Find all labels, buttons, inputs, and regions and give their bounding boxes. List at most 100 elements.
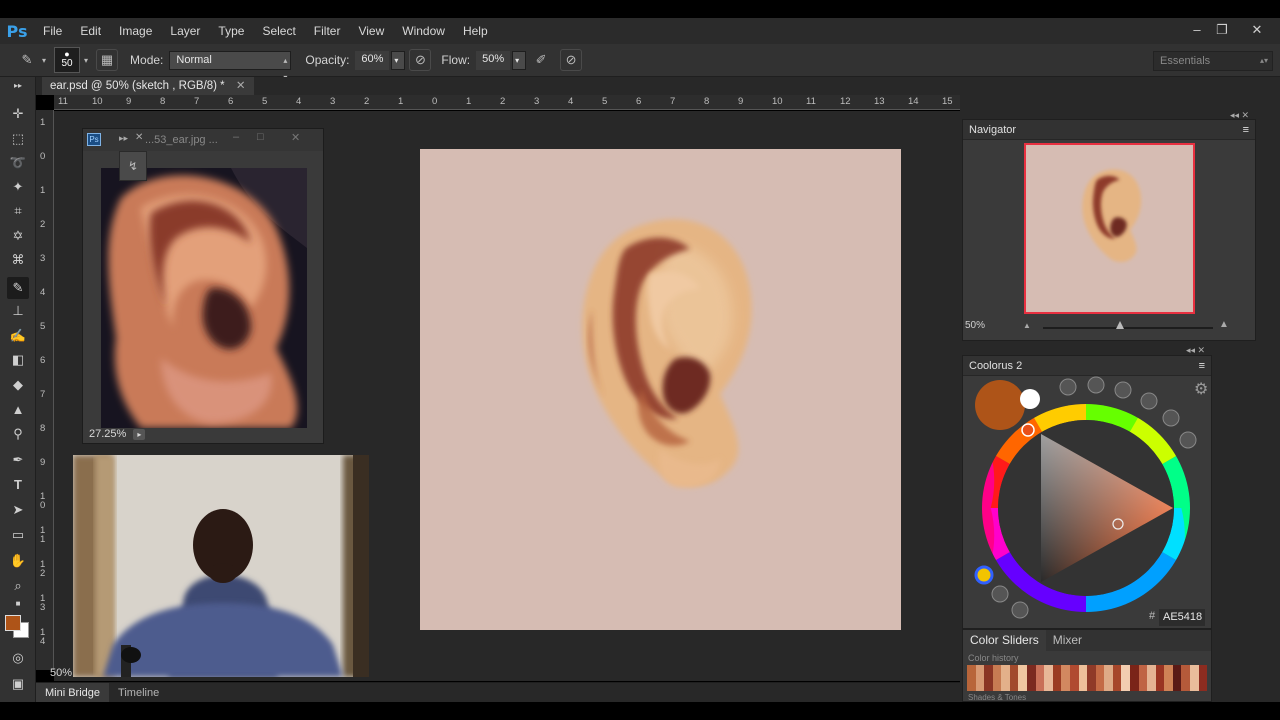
hex-color-input[interactable]: AE5418 bbox=[1159, 609, 1205, 626]
close-icon[interactable]: ✕ bbox=[1242, 18, 1272, 44]
history-swatch[interactable] bbox=[1172, 665, 1182, 691]
history-swatch[interactable] bbox=[1061, 665, 1070, 691]
blur-tool-icon[interactable]: ▲ bbox=[7, 399, 29, 421]
color-wheel[interactable]: ⚙ bbox=[963, 376, 1213, 630]
menu-edit[interactable]: Edit bbox=[71, 24, 110, 38]
history-swatch[interactable] bbox=[1027, 665, 1036, 691]
history-swatch[interactable] bbox=[1095, 665, 1105, 691]
color-history-strip[interactable] bbox=[967, 665, 1208, 691]
path-select-tool-icon[interactable]: ➤ bbox=[7, 499, 29, 521]
history-swatch[interactable] bbox=[1087, 665, 1096, 691]
toolbox-collapse-icon[interactable]: ▸▸ bbox=[7, 81, 29, 91]
preset-knob-icon[interactable] bbox=[1087, 376, 1105, 394]
tab-mini-bridge[interactable]: Mini Bridge bbox=[36, 682, 110, 703]
history-swatch[interactable] bbox=[1001, 665, 1010, 691]
opacity-slider-toggle[interactable]: ▾ bbox=[391, 50, 406, 70]
history-swatch[interactable] bbox=[1035, 665, 1045, 691]
navigator-thumbnail[interactable] bbox=[1024, 143, 1195, 314]
type-tool-icon[interactable]: T bbox=[7, 474, 29, 496]
preset-knob-icon[interactable] bbox=[1179, 431, 1197, 449]
mode-dropdown[interactable]: Normal ▴▾ bbox=[169, 50, 292, 82]
vertical-ruler[interactable]: 1 0 1 2 3 4 5 6 7 8 9 10 11 12 13 14 bbox=[36, 110, 54, 670]
brush-tool-icon[interactable]: ✎ bbox=[16, 49, 38, 71]
tab-mixer[interactable]: Mixer bbox=[1046, 630, 1089, 651]
history-panel-icon[interactable]: ↯ bbox=[119, 151, 147, 181]
eraser-tool-icon[interactable]: ◧ bbox=[7, 349, 29, 371]
zoom-tool-icon[interactable]: ⌕ bbox=[7, 575, 29, 597]
tool-preset-dropdown-icon[interactable]: ▾ bbox=[42, 56, 46, 65]
history-brush-tool-icon[interactable]: ✍ bbox=[7, 325, 29, 347]
quick-select-tool-icon[interactable]: ✦ bbox=[7, 176, 29, 198]
panel-menu-icon[interactable]: ≡ bbox=[1199, 356, 1205, 376]
zoom-slider-handle[interactable] bbox=[1116, 321, 1124, 329]
paint-bucket-tool-icon[interactable]: ◆ bbox=[7, 374, 29, 396]
history-swatch[interactable] bbox=[1147, 665, 1156, 691]
history-swatch[interactable] bbox=[1018, 665, 1028, 691]
menu-layer[interactable]: Layer bbox=[161, 24, 209, 38]
document-tab[interactable]: ear.psd @ 50% (sketch , RGB/8) * ✕ bbox=[42, 77, 254, 95]
brush-panel-icon[interactable]: ▦ bbox=[96, 49, 119, 71]
dodge-tool-icon[interactable]: ⚲ bbox=[7, 423, 29, 445]
history-swatch[interactable] bbox=[1129, 665, 1139, 691]
panel-menu-icon[interactable]: ≡ bbox=[1243, 120, 1249, 140]
hue-marker[interactable] bbox=[1021, 423, 1035, 437]
reset-icon[interactable] bbox=[991, 585, 1009, 603]
coolorus-header[interactable]: Coolorus 2 ≡ bbox=[963, 356, 1211, 376]
menu-type[interactable]: Type bbox=[209, 24, 253, 38]
brush-preset-picker[interactable]: ● 50 bbox=[54, 47, 81, 73]
history-swatch[interactable] bbox=[1164, 665, 1173, 691]
zoom-out-icon[interactable]: ▲ bbox=[1023, 321, 1031, 330]
history-swatch[interactable] bbox=[1181, 665, 1191, 691]
history-swatch[interactable] bbox=[984, 665, 993, 691]
preset-knob-icon[interactable] bbox=[1140, 392, 1158, 410]
previous-color-swatch[interactable] bbox=[1020, 389, 1040, 409]
navigator-zoom-slider[interactable] bbox=[1043, 327, 1213, 329]
healing-brush-tool-icon[interactable]: ⌘ bbox=[7, 249, 29, 271]
menu-file[interactable]: File bbox=[34, 24, 71, 38]
opacity-input[interactable]: 60% bbox=[355, 50, 390, 70]
reference-window-titlebar[interactable]: Ps ▸▸ ✕ ...53_ear.jpg ... – □ ✕ bbox=[83, 129, 323, 151]
restore-icon[interactable]: ❐ bbox=[1207, 18, 1237, 44]
history-swatch[interactable] bbox=[975, 665, 985, 691]
menu-view[interactable]: View bbox=[349, 24, 393, 38]
history-swatch[interactable] bbox=[1052, 665, 1062, 691]
brush-tool-icon[interactable]: ✎ bbox=[7, 277, 29, 299]
reference-image-window[interactable]: Ps ▸▸ ✕ ...53_ear.jpg ... – □ ✕ ↯ 27.25%… bbox=[82, 128, 324, 444]
history-swatch[interactable] bbox=[1138, 665, 1148, 691]
foreground-color-swatch[interactable] bbox=[5, 615, 21, 631]
tab-timeline[interactable]: Timeline bbox=[109, 683, 168, 703]
color-mode-icon[interactable] bbox=[974, 565, 994, 585]
history-swatch[interactable] bbox=[1009, 665, 1019, 691]
hand-tool-icon[interactable]: ✋ bbox=[7, 550, 29, 572]
history-swatch[interactable] bbox=[1198, 665, 1208, 691]
clone-stamp-tool-icon[interactable]: ⊥ bbox=[7, 300, 29, 322]
flow-slider-toggle[interactable]: ▾ bbox=[512, 50, 527, 70]
history-swatch[interactable] bbox=[1121, 665, 1130, 691]
menu-select[interactable]: Select bbox=[253, 24, 304, 38]
close-tab-icon[interactable]: ✕ bbox=[236, 80, 246, 92]
pen-tool-icon[interactable]: ✒ bbox=[7, 449, 29, 471]
expand-icon[interactable]: ▸▸ bbox=[119, 133, 128, 144]
close-window-icon[interactable]: ✕ bbox=[291, 131, 300, 144]
maximize-icon[interactable]: □ bbox=[257, 131, 264, 143]
menu-window[interactable]: Window bbox=[393, 24, 454, 38]
preset-knob-icon[interactable] bbox=[1059, 378, 1077, 396]
menu-filter[interactable]: Filter bbox=[305, 24, 350, 38]
pressure-opacity-icon[interactable]: ⊘ bbox=[409, 49, 432, 71]
history-swatch[interactable] bbox=[967, 665, 976, 691]
navigator-zoom-value[interactable]: 50% bbox=[965, 320, 985, 331]
zoom-in-icon[interactable]: ▲ bbox=[1219, 319, 1229, 330]
history-swatch[interactable] bbox=[1078, 665, 1088, 691]
history-swatch[interactable] bbox=[1044, 665, 1053, 691]
lasso-tool-icon[interactable]: ➰ bbox=[7, 152, 29, 174]
pressure-size-icon[interactable]: ⊘ bbox=[560, 49, 583, 71]
history-swatch[interactable] bbox=[1069, 665, 1079, 691]
history-swatch[interactable] bbox=[1104, 665, 1113, 691]
document-canvas[interactable] bbox=[420, 149, 901, 630]
rectangle-tool-icon[interactable]: ▭ bbox=[7, 524, 29, 546]
history-swatch[interactable] bbox=[1155, 665, 1165, 691]
status-menu-icon[interactable]: ▸ bbox=[133, 429, 146, 440]
move-tool-icon[interactable]: ✛ bbox=[7, 103, 29, 125]
navigator-header[interactable]: Navigator ≡ bbox=[963, 120, 1255, 140]
eyedropper-tool-icon[interactable]: ✡ bbox=[7, 225, 29, 247]
